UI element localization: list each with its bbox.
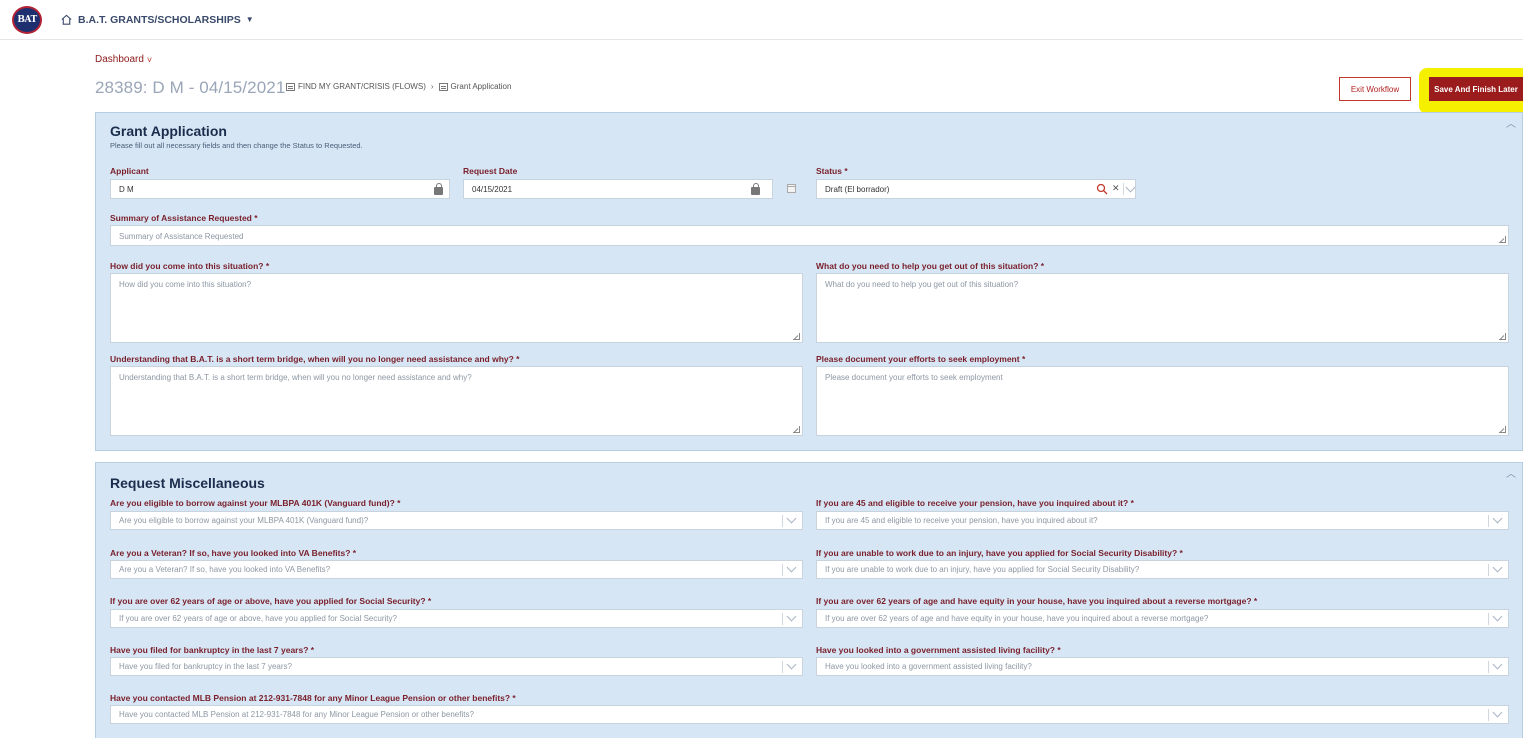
veteran-placeholder: Are you a Veteran? If so, have you looke… — [119, 565, 331, 574]
summary-label: Summary of Assistance Requested * — [110, 213, 258, 223]
bat-logo[interactable]: BAT — [12, 6, 42, 34]
calendar-icon — [787, 184, 796, 193]
situation-input[interactable]: How did you come into this situation? — [110, 273, 803, 343]
veteran-label: Are you a Veteran? If so, have you looke… — [110, 548, 357, 558]
disability-select[interactable]: If you are unable to work due to an inju… — [816, 560, 1509, 579]
mortgage-placeholder: If you are over 62 years of age and have… — [825, 614, 1209, 623]
dropdown-separator — [1488, 661, 1489, 673]
bankruptcy-label: Have you filed for bankruptcy in the las… — [110, 645, 315, 655]
request-date-value: 04/15/2021 — [472, 184, 513, 194]
flow-icon — [286, 82, 295, 91]
employment-placeholder: Please document your efforts to seek emp… — [825, 373, 1003, 382]
disability-label: If you are unable to work due to an inju… — [816, 548, 1183, 558]
resize-handle[interactable] — [1499, 333, 1506, 340]
form-icon — [438, 82, 448, 91]
social-security-label: If you are over 62 years of age or above… — [110, 596, 432, 606]
situation-label: How did you come into this situation? * — [110, 261, 270, 271]
q401k-select[interactable]: Are you eligible to borrow against your … — [110, 511, 803, 530]
request-date-label: Request Date — [463, 166, 518, 176]
summary-placeholder: Summary of Assistance Requested — [119, 232, 244, 241]
dropdown-separator — [1488, 515, 1489, 527]
living-facility-placeholder: Have you looked into a government assist… — [825, 662, 1032, 671]
disability-placeholder: If you are unable to work due to an inju… — [825, 565, 1140, 574]
lock-icon — [434, 183, 443, 195]
dashboard-menu[interactable]: Dashboard ˅ — [95, 54, 152, 65]
bankruptcy-placeholder: Have you filed for bankruptcy in the las… — [119, 662, 292, 671]
status-value: Draft (El borrador) — [825, 184, 890, 194]
lock-icon — [751, 183, 760, 195]
bankruptcy-select[interactable]: Have you filed for bankruptcy in the las… — [110, 657, 803, 676]
applicant-field: D M — [110, 179, 450, 199]
pension-label: If you are 45 and eligible to receive yo… — [816, 498, 1134, 508]
mlb-pension-label: Have you contacted MLB Pension at 212-93… — [110, 693, 516, 703]
app-name: B.A.T. GRANTS/SCHOLARSHIPS — [78, 13, 241, 26]
clear-icon[interactable]: ✕ — [1112, 183, 1120, 194]
veteran-select[interactable]: Are you a Veteran? If so, have you looke… — [110, 560, 803, 579]
resize-handle[interactable] — [1499, 236, 1506, 243]
employment-input[interactable]: Please document your efforts to seek emp… — [816, 366, 1509, 436]
social-security-select[interactable]: If you are over 62 years of age or above… — [110, 609, 803, 628]
dropdown-separator — [782, 515, 783, 527]
situation-placeholder: How did you come into this situation? — [119, 280, 252, 289]
dropdown-separator — [782, 613, 783, 625]
living-facility-label: Have you looked into a government assist… — [816, 645, 1061, 655]
q401k-label: Are you eligible to borrow against your … — [110, 498, 401, 508]
mortgage-label: If you are over 62 years of age and have… — [816, 596, 1258, 606]
panel-title: Grant Application — [110, 123, 227, 139]
chevron-down-icon: ˅ — [146, 54, 153, 65]
collapse-icon[interactable]: ︿ — [1506, 465, 1516, 480]
collapse-icon[interactable]: ︿ — [1506, 115, 1516, 130]
search-icon[interactable] — [1096, 183, 1108, 195]
q401k-placeholder: Are you eligible to borrow against your … — [119, 516, 369, 525]
home-icon — [61, 14, 72, 25]
need-placeholder: What do you need to help you get out of … — [825, 280, 1019, 289]
app-switcher[interactable]: B.A.T. GRANTS/SCHOLARSHIPS ▼ — [60, 13, 254, 26]
resize-handle[interactable] — [793, 333, 800, 340]
mlb-pension-placeholder: Have you contacted MLB Pension at 212-93… — [119, 710, 474, 719]
breadcrumb: FIND MY GRANT/CRISIS (FLOWS) › Grant App… — [286, 82, 511, 91]
breadcrumb-flows[interactable]: FIND MY GRANT/CRISIS (FLOWS) — [298, 82, 426, 91]
request-miscellaneous-panel: ︿ Request Miscellaneous Are you eligible… — [95, 462, 1523, 738]
dropdown-separator — [782, 564, 783, 576]
panel-subtitle: Please fill out all necessary fields and… — [110, 141, 363, 150]
panel-title: Request Miscellaneous — [110, 475, 265, 491]
employment-label: Please document your efforts to seek emp… — [816, 354, 1026, 364]
dropdown-separator — [1488, 564, 1489, 576]
request-date-field: 04/15/2021 — [463, 179, 773, 199]
bridge-input[interactable]: Understanding that B.A.T. is a short ter… — [110, 366, 803, 436]
need-input[interactable]: What do you need to help you get out of … — [816, 273, 1509, 343]
pension-select[interactable]: If you are 45 and eligible to receive yo… — [816, 511, 1509, 530]
dropdown-separator — [782, 661, 783, 673]
resize-handle[interactable] — [793, 426, 800, 433]
caret-down-icon: ▼ — [245, 15, 254, 24]
breadcrumb-separator: › — [430, 82, 434, 91]
save-and-finish-later-button[interactable]: Save And Finish Later — [1429, 77, 1523, 101]
top-bar: BAT B.A.T. GRANTS/SCHOLARSHIPS ▼ — [0, 0, 1523, 40]
bridge-placeholder: Understanding that B.A.T. is a short ter… — [119, 373, 472, 382]
grant-application-panel: ︿ Grant Application Please fill out all … — [95, 112, 1523, 451]
applicant-label: Applicant — [110, 166, 149, 176]
summary-input[interactable]: Summary of Assistance Requested — [110, 225, 1509, 246]
status-field[interactable]: Draft (El borrador) — [816, 179, 1136, 199]
pension-placeholder: If you are 45 and eligible to receive yo… — [825, 516, 1098, 525]
resize-handle[interactable] — [1499, 426, 1506, 433]
dropdown-separator — [1488, 613, 1489, 625]
dropdown-separator — [1488, 709, 1489, 721]
social-security-placeholder: If you are over 62 years of age or above… — [119, 614, 397, 623]
need-label: What do you need to help you get out of … — [816, 261, 1045, 271]
breadcrumb-grant-application[interactable]: Grant Application — [451, 82, 512, 91]
dropdown-separator — [1123, 183, 1124, 195]
dashboard-label: Dashboard — [95, 54, 144, 65]
exit-workflow-button[interactable]: Exit Workflow — [1339, 77, 1411, 101]
applicant-value: D M — [119, 184, 134, 194]
mlb-pension-select[interactable]: Have you contacted MLB Pension at 212-93… — [110, 705, 1509, 724]
status-label: Status * — [816, 166, 848, 176]
record-title: 28389: D M - 04/15/2021 — [95, 78, 286, 97]
mortgage-select[interactable]: If you are over 62 years of age and have… — [816, 609, 1509, 628]
bridge-label: Understanding that B.A.T. is a short ter… — [110, 354, 520, 364]
living-facility-select[interactable]: Have you looked into a government assist… — [816, 657, 1509, 676]
